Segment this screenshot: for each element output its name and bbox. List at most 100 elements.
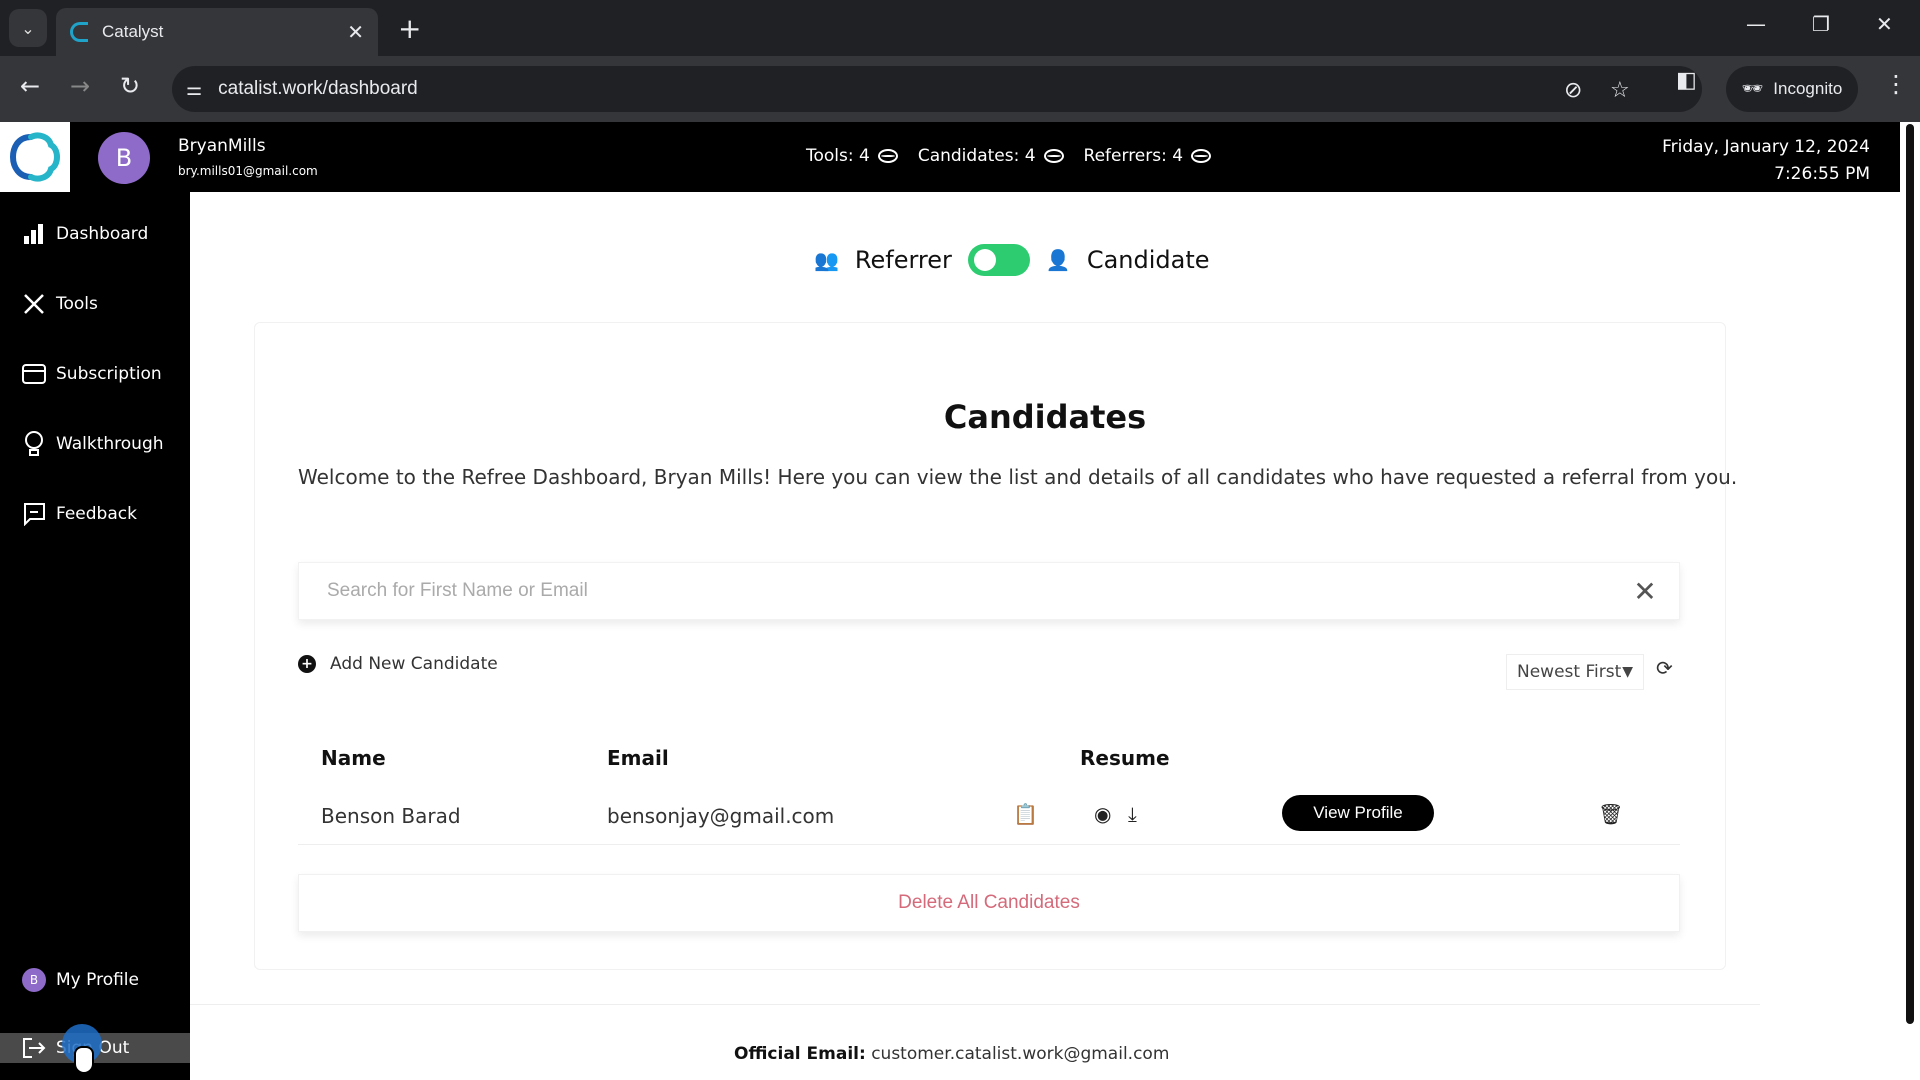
sidebar: Dashboard Tools Subscription Walkthrough… xyxy=(0,192,190,1080)
logo-icon xyxy=(9,132,60,182)
reload-icon[interactable]: ↻ xyxy=(120,72,140,100)
column-header-resume: Resume xyxy=(1080,746,1170,770)
toggle-label-candidate: Candidate xyxy=(1086,246,1210,274)
coin-icon xyxy=(877,149,898,163)
welcome-text: Welcome to the Refree Dashboard, Bryan M… xyxy=(298,465,1738,489)
minimize-icon[interactable]: — xyxy=(1746,12,1766,36)
sidebar-item-tools[interactable]: Tools xyxy=(22,292,98,316)
copy-clipboard-icon[interactable]: 📋 xyxy=(1013,802,1038,826)
trash-icon[interactable]: 🗑 xyxy=(1598,802,1623,826)
sidebar-item-label: Subscription xyxy=(56,364,162,384)
search-container: ✕ xyxy=(298,562,1680,620)
page-title: Candidates xyxy=(943,398,1147,436)
sidebar-item-dashboard[interactable]: Dashboard xyxy=(22,222,148,246)
tools-count: Tools: 4 xyxy=(806,146,870,166)
window-close-icon[interactable]: ✕ xyxy=(1876,12,1893,36)
mouse-pointer xyxy=(74,1046,94,1074)
sort-select[interactable]: Newest First ▼ xyxy=(1506,654,1644,690)
referrers-count: Referrers: 4 xyxy=(1083,146,1184,166)
url-text: catalist.work/dashboard xyxy=(218,78,418,99)
referrer-group-icon: 👥 xyxy=(814,248,839,272)
tools-counter: Tools: 4 xyxy=(806,146,898,166)
sidebar-item-label: My Profile xyxy=(56,970,139,990)
back-arrow-icon[interactable]: ← xyxy=(20,72,40,100)
new-tab-plus-icon[interactable]: + xyxy=(398,12,421,45)
credit-card-icon xyxy=(22,362,46,386)
sort-value: Newest First xyxy=(1517,662,1622,682)
add-new-candidate-button[interactable]: + Add New Candidate xyxy=(298,654,498,674)
date-text: Friday, January 12, 2024 xyxy=(1662,137,1870,157)
scrollbar-thumb[interactable] xyxy=(1906,124,1914,1024)
coin-icon xyxy=(1043,149,1064,163)
feedback-icon xyxy=(22,502,46,526)
tools-icon xyxy=(22,292,46,316)
column-header-email: Email xyxy=(607,746,669,770)
refresh-icon[interactable]: ⟳ xyxy=(1656,656,1673,680)
user-email: bry.mills01@gmail.com xyxy=(178,164,318,178)
sidebar-item-walkthrough[interactable]: Walkthrough xyxy=(22,431,164,456)
footer-label: Official Email: xyxy=(734,1044,866,1064)
candidates-count: Candidates: 4 xyxy=(917,146,1036,166)
candidates-counter: Candidates: 4 xyxy=(918,146,1064,166)
eye-slash-icon[interactable]: ⊘ xyxy=(1564,78,1582,103)
sidebar-item-label: Tools xyxy=(56,294,98,314)
datetime: Friday, January 12, 2024 7:26:55 PM xyxy=(1662,134,1870,188)
chevron-down-icon: ⌄ xyxy=(21,18,35,38)
page-scrollbar[interactable] xyxy=(1900,122,1920,1080)
sidebar-item-label: Walkthrough xyxy=(56,434,164,454)
close-icon[interactable]: ✕ xyxy=(347,20,364,44)
toggle-label-referrer: Referrer xyxy=(854,246,952,274)
referrers-counter: Referrers: 4 xyxy=(1084,146,1212,166)
official-email[interactable]: customer.catalist.work@gmail.com xyxy=(871,1044,1169,1064)
add-candidate-label: Add New Candidate xyxy=(330,654,498,674)
sidebar-item-label: Dashboard xyxy=(56,224,149,244)
candidate-name: Benson Barad xyxy=(321,804,461,828)
sidebar-item-my-profile[interactable]: B My Profile xyxy=(22,968,139,992)
chevron-down-icon: ▼ xyxy=(1622,664,1633,680)
incognito-badge[interactable]: 🕶 Incognito xyxy=(1726,66,1858,112)
view-profile-button[interactable]: View Profile xyxy=(1282,795,1434,831)
more-menu-icon[interactable]: ⋮ xyxy=(1884,70,1908,98)
plus-circle-icon: + xyxy=(298,655,316,673)
incognito-label: Incognito xyxy=(1773,79,1843,98)
browser-toolbar: ← → ↻ ⚌ catalist.work/dashboard ⊘ ☆ ◧ 🕶 … xyxy=(0,56,1920,122)
app-header: B BryanMills bry.mills01@gmail.com Tools… xyxy=(0,122,1900,192)
user-name: BryanMills xyxy=(178,136,266,156)
sidebar-item-feedback[interactable]: Feedback xyxy=(22,502,137,526)
search-input[interactable] xyxy=(327,580,1625,602)
time-text: 7:26:55 PM xyxy=(1774,164,1870,184)
tab-search-button[interactable]: ⌄ xyxy=(9,9,47,47)
side-panel-icon[interactable]: ◧ xyxy=(1676,68,1697,93)
lightbulb-icon xyxy=(22,431,46,456)
avatar[interactable]: B xyxy=(98,132,150,184)
tab-title: Catalyst xyxy=(102,22,164,41)
sidebar-item-label: Feedback xyxy=(56,504,137,524)
eye-icon[interactable]: ◉ xyxy=(1094,802,1111,826)
role-toggle-switch[interactable] xyxy=(967,244,1030,276)
footer: Official Email: customer.catalist.work@g… xyxy=(734,1044,1169,1064)
sign-out-icon xyxy=(22,1036,46,1060)
delete-all-candidates-button[interactable]: Delete All Candidates xyxy=(298,874,1680,932)
browser-tab[interactable]: Catalyst ✕ xyxy=(56,8,378,56)
restore-icon[interactable]: ❐ xyxy=(1812,12,1830,36)
catalyst-logo[interactable] xyxy=(0,122,70,192)
sidebar-item-subscription[interactable]: Subscription xyxy=(22,362,162,386)
site-settings-icon[interactable]: ⚌ xyxy=(186,79,202,100)
role-toggle-row: 👥 Referrer 👤 Candidate xyxy=(814,244,1210,276)
footer-divider xyxy=(190,1004,1760,1005)
download-icon[interactable]: ⤓ xyxy=(1128,802,1137,826)
star-icon[interactable]: ☆ xyxy=(1610,78,1630,103)
counters: Tools: 4 Candidates: 4 Referrers: 4 xyxy=(806,146,1212,166)
row-divider xyxy=(298,844,1680,845)
clear-search-icon[interactable]: ✕ xyxy=(1625,575,1665,608)
forward-arrow-icon[interactable]: → xyxy=(70,72,90,100)
main-content: 👥 Referrer 👤 Candidate Candidates Welcom… xyxy=(190,192,1900,1080)
bar-chart-icon xyxy=(22,222,46,246)
column-header-name: Name xyxy=(321,746,386,770)
profile-avatar: B xyxy=(22,968,46,992)
address-bar[interactable]: ⚌ catalist.work/dashboard ⊘ ☆ xyxy=(172,66,1702,112)
incognito-icon: 🕶 xyxy=(1741,79,1764,98)
candidate-email: bensonjay@gmail.com xyxy=(607,804,835,828)
coin-icon xyxy=(1191,149,1212,163)
candidate-person-icon: 👤 xyxy=(1045,248,1071,272)
